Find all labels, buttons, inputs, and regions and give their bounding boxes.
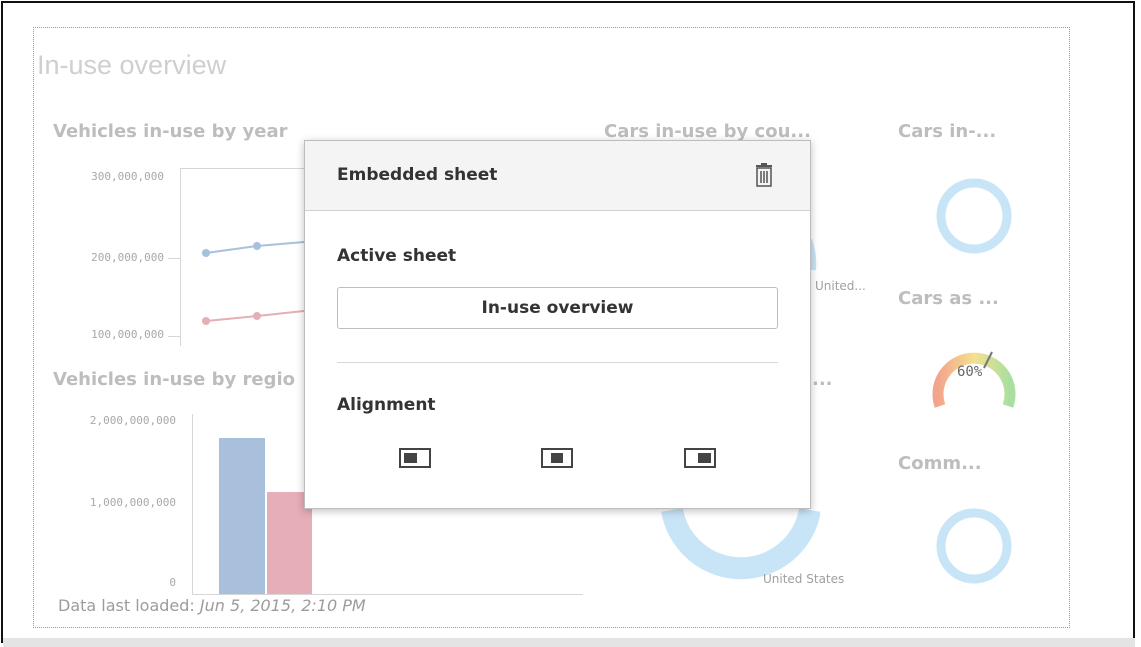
alignment-label: Alignment xyxy=(337,395,436,415)
trash-icon[interactable] xyxy=(754,163,774,187)
active-sheet-label: Active sheet xyxy=(337,246,457,266)
align-center-icon[interactable] xyxy=(541,447,573,469)
chart-title-fragment: ... xyxy=(812,369,833,390)
donut-arc-bottom xyxy=(661,507,820,580)
popover-header: Embedded sheet xyxy=(305,141,810,211)
popover-divider xyxy=(337,362,778,363)
series-line-blue xyxy=(205,245,258,254)
data-point-pink xyxy=(253,312,261,320)
align-left-icon[interactable] xyxy=(399,447,431,469)
series-line-pink xyxy=(256,310,305,317)
align-right-icon[interactable] xyxy=(684,447,716,469)
tick-mark xyxy=(168,336,180,337)
slice-label: United... xyxy=(815,279,866,293)
data-point-blue xyxy=(202,249,210,257)
popover-title: Embedded sheet xyxy=(337,165,498,185)
y-axis-line xyxy=(192,414,193,595)
active-sheet-button[interactable]: In-use overview xyxy=(337,287,778,329)
tick-mark xyxy=(168,258,180,259)
chart-title-cars-by-country: Cars in-use by cou... xyxy=(604,121,811,142)
sheet-title: In-use overview xyxy=(37,50,227,80)
bottom-strip xyxy=(3,638,1135,647)
footer-label: Data last loaded: xyxy=(58,596,195,615)
chart-title-vehicles-by-region: Vehicles in-use by regio xyxy=(53,369,296,390)
y-tick-label: 2,000,000,000 xyxy=(89,414,176,427)
bar-blue xyxy=(219,438,265,594)
gridline xyxy=(180,168,304,169)
chart-title-comm: Comm... xyxy=(898,453,982,474)
donut-comm xyxy=(936,508,1012,584)
series-line-blue xyxy=(256,241,305,247)
gauge-value: 60% xyxy=(957,364,983,380)
data-last-loaded: Data last loaded: Jun 5, 2015, 2:10 PM xyxy=(58,596,366,615)
line-chart-year xyxy=(202,241,305,325)
data-point-blue xyxy=(253,242,261,250)
y-tick-label: 200,000,000 xyxy=(91,251,164,264)
data-point-pink xyxy=(202,317,210,325)
y-tick-label: 300,000,000 xyxy=(91,170,164,183)
x-axis-line xyxy=(192,594,583,595)
series-line-pink xyxy=(205,315,258,322)
y-tick-label: 1,000,000,000 xyxy=(89,496,176,509)
chart-title-cars-as: Cars as ... xyxy=(898,288,999,309)
embedded-sheet-popover: Embedded sheet Active sheet In-use overv… xyxy=(304,140,811,509)
y-tick-label: 100,000,000 xyxy=(91,328,164,341)
chart-title-cars-in: Cars in-... xyxy=(898,121,997,142)
y-tick-label: 0 xyxy=(169,576,176,589)
footer-date: Jun 5, 2015, 2:10 PM xyxy=(199,596,366,615)
donut-cars-in xyxy=(936,178,1012,254)
slice-label: United States xyxy=(763,572,845,586)
chart-title-vehicles-by-year: Vehicles in-use by year xyxy=(53,121,288,142)
